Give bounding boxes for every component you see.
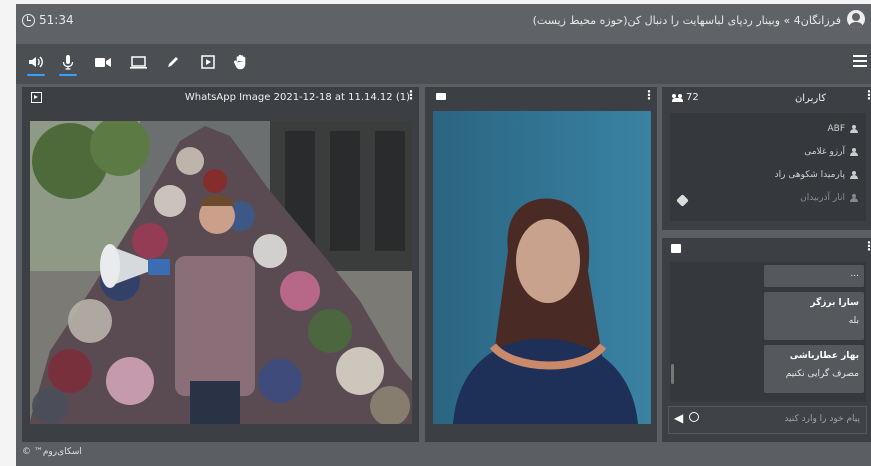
- window-margin: [0, 0, 16, 466]
- users-icon: [672, 93, 683, 102]
- chat-input-placeholder: پیام خود را وارد کنید: [784, 414, 860, 424]
- clock-icon: [22, 13, 35, 27]
- list-item[interactable]: پارمیدا شکوهی راد: [775, 170, 858, 180]
- users-list: ABF آرزو غلامی پارمیدا شکوهی راد انار آذ…: [670, 113, 866, 221]
- send-icon[interactable]: ◀: [674, 411, 683, 425]
- video-camera-icon: [436, 93, 446, 100]
- speaker-icon[interactable]: [25, 50, 47, 76]
- menu-icon[interactable]: [853, 55, 867, 67]
- chat-message: بهار عطارباشی مصرف گرایی نکنیم: [764, 345, 864, 393]
- user-name: ABF: [827, 124, 845, 134]
- chat-message-text: مصرف گرایی نکنیم: [785, 369, 859, 379]
- pen-icon[interactable]: [162, 50, 184, 74]
- raise-hand-icon[interactable]: [230, 50, 252, 74]
- shared-image: [30, 121, 412, 424]
- chat-message-text: ...: [850, 269, 859, 279]
- chat-message: سارا برزگر بله: [764, 292, 864, 340]
- list-item[interactable]: آرزو غلامی: [804, 147, 858, 157]
- camera-icon[interactable]: [92, 50, 114, 74]
- shared-file-title: WhatsApp Image 2021-12-18 at 11.14.12 (1…: [184, 92, 410, 103]
- room-title: فرزانگان4 » وبینار ردپای لباسهایت را دنب…: [532, 14, 841, 27]
- pen-icon[interactable]: [676, 194, 689, 207]
- chat-input[interactable]: پیام خود را وارد کنید ◀: [668, 406, 867, 434]
- emoji-icon[interactable]: [689, 412, 699, 422]
- list-item[interactable]: انار آذربیدان: [800, 193, 858, 203]
- users-count-text: 72: [686, 92, 699, 103]
- presentation-icon[interactable]: [197, 50, 219, 74]
- user-name: پارمیدا شکوهی راد: [774, 170, 845, 180]
- timer-text: 51:34: [39, 13, 74, 27]
- share-options-icon[interactable]: ⋮: [405, 88, 417, 102]
- chat-options-icon[interactable]: ⋮: [863, 239, 871, 253]
- user-icon: [850, 171, 858, 179]
- video-options-icon[interactable]: ⋮: [643, 88, 655, 102]
- presenter-video: [433, 111, 651, 424]
- chat-message: ...: [764, 265, 864, 287]
- user-name: انار آذربیدان: [800, 193, 845, 203]
- users-count: 72: [672, 92, 699, 103]
- session-timer: 51:34: [22, 13, 74, 27]
- microphone-icon[interactable]: [57, 50, 79, 76]
- footer-brand: اسکای‌روم™ ©: [22, 447, 82, 457]
- chat-message-sender: بهار عطارباشی: [789, 351, 859, 361]
- screen-share-icon[interactable]: [127, 50, 149, 74]
- account-icon[interactable]: [847, 10, 865, 28]
- presentation-icon: [31, 92, 42, 103]
- users-label: کاربران: [794, 93, 826, 104]
- list-item[interactable]: ABF: [827, 124, 858, 134]
- chat-message-text: بله: [848, 316, 859, 326]
- user-name: آرزو غلامی: [804, 147, 845, 157]
- user-icon: [850, 194, 858, 202]
- chat-message-sender: سارا برزگر: [810, 298, 859, 308]
- users-options-icon[interactable]: ⋮: [863, 88, 871, 102]
- user-icon: [850, 125, 858, 133]
- chat-icon: [671, 244, 681, 253]
- chat-scrollbar[interactable]: [671, 364, 674, 384]
- user-icon: [850, 148, 858, 156]
